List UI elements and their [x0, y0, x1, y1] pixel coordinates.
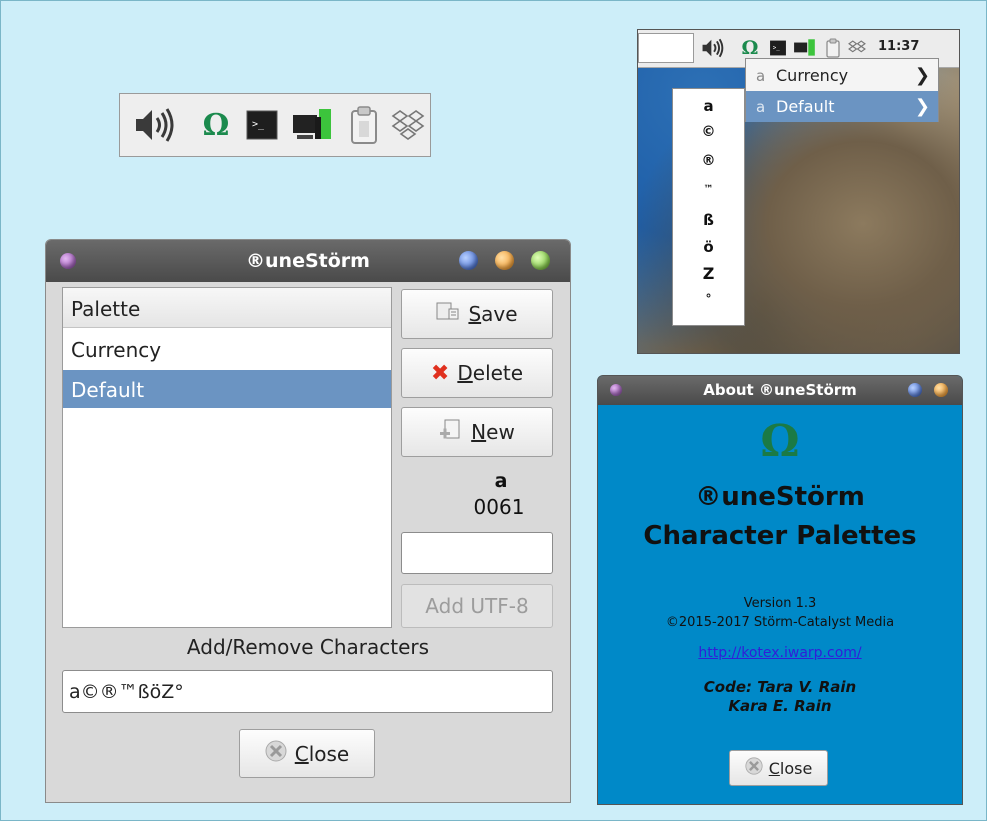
save-button[interactable]: Save [401, 289, 553, 339]
new-icon [439, 418, 463, 447]
chevron-right-icon: ❯ [914, 96, 930, 117]
terminal-icon[interactable]: >_ [766, 36, 790, 60]
list-header[interactable]: Palette [63, 288, 391, 328]
palette-list: Palette Currency Default [62, 287, 392, 628]
submenu-char-item[interactable]: ß [673, 211, 744, 229]
delete-button[interactable]: ✖ Delete [401, 348, 553, 398]
characters-input[interactable]: a©®™ßöZ° [62, 670, 553, 713]
close-window-icon[interactable] [934, 383, 948, 397]
window-title: ®uneStörm [246, 250, 370, 272]
new-button[interactable]: New [401, 407, 553, 457]
delete-accel: D [457, 361, 473, 385]
submenu-char-item[interactable]: © [673, 124, 744, 140]
app-logo-omega-icon: Ω [760, 416, 800, 467]
add-utf8-button[interactable]: Add UTF-8 [401, 584, 553, 628]
palette-icon: a [756, 97, 766, 116]
palette-menu: a Currency ❯ a Default ❯ [745, 58, 939, 122]
palette-item-currency[interactable]: Currency [63, 330, 391, 368]
close-accel: C [294, 741, 309, 766]
copyright-text: ©2015-2017 Störm-Catalyst Media [665, 615, 895, 630]
save-accel: S [468, 302, 482, 326]
new-accel: N [471, 420, 487, 444]
new-label: ew [486, 420, 515, 444]
submenu-char-item[interactable]: ö [673, 238, 744, 256]
minimize-icon[interactable] [908, 383, 922, 397]
save-icon [436, 301, 460, 328]
save-label: ave [481, 302, 518, 326]
delete-label: elete [472, 361, 524, 385]
palette-item-default[interactable]: Default [63, 370, 391, 408]
delete-icon: ✖ [430, 360, 450, 386]
menu-item-label: Currency [776, 66, 849, 85]
about-close-button[interactable]: Close [729, 750, 828, 786]
submenu-char-item[interactable]: ™ [673, 184, 744, 195]
dropbox-icon[interactable] [846, 36, 868, 60]
close-accel: C [768, 758, 780, 778]
volume-icon[interactable] [698, 36, 728, 60]
app-name: ®uneStörm [695, 482, 865, 512]
menu-item-currency[interactable]: a Currency ❯ [746, 60, 938, 91]
characters-label: Add/Remove Characters [186, 635, 430, 659]
desktop-preview: Ω >_ 11:37 a Currency ❯ a Default ❯ a © … [637, 29, 960, 354]
character-submenu: a © ® ™ ß ö Z ° [672, 88, 745, 326]
svg-text:>_: >_ [252, 119, 265, 130]
submenu-char-item[interactable]: ° [673, 292, 744, 306]
volume-icon[interactable] [130, 94, 180, 156]
terminal-icon[interactable]: >_ [242, 94, 282, 156]
menu-item-label: Default [776, 97, 835, 116]
chevron-right-icon: ❯ [914, 65, 930, 86]
close-label: lose [308, 741, 350, 766]
palette-icon: a [756, 66, 766, 85]
clipboard-icon[interactable] [344, 94, 384, 156]
clipboard-icon[interactable] [822, 36, 844, 60]
close-icon [745, 756, 763, 780]
credit-line-1: Code: Tara V. Rain [703, 678, 857, 696]
maximize-icon[interactable] [495, 251, 514, 270]
omega-icon[interactable]: Ω [196, 94, 236, 156]
close-label: lose [779, 758, 813, 778]
system-tray-preview: Ω >_ [119, 93, 431, 157]
dropbox-icon[interactable] [388, 94, 428, 156]
website-link[interactable]: http://kotex.iwarp.com/ [598, 645, 962, 661]
menu-item-default[interactable]: a Default ❯ [746, 91, 938, 122]
minimize-icon[interactable] [459, 251, 478, 270]
submenu-char-item[interactable]: Z [673, 264, 744, 283]
screenshot-canvas: Ω >_ Ω >_ 11:37 a Currency ❯ a Default ❯… [0, 0, 987, 821]
about-title-bar[interactable]: About ®uneStörm [598, 376, 962, 405]
submenu-char-item[interactable]: a [673, 97, 744, 115]
clock[interactable]: 11:37 [878, 39, 919, 54]
panel-taskbar-field[interactable] [638, 33, 694, 63]
main-window: ®uneStörm Palette Currency Default Save … [45, 239, 571, 803]
credit-line-2: Kara E. Rain [728, 697, 832, 715]
version-text: Version 1.3 [743, 596, 817, 611]
close-icon [265, 740, 287, 767]
omega-icon[interactable]: Ω [738, 36, 762, 60]
network-icon[interactable] [290, 94, 336, 156]
network-icon[interactable] [792, 36, 818, 60]
title-bar[interactable]: ®uneStörm [46, 240, 570, 282]
about-window: About ®uneStörm Ω ®uneStörm Character Pa… [597, 375, 963, 805]
close-window-icon[interactable] [531, 251, 550, 270]
svg-text:>_: >_ [773, 46, 780, 52]
current-char: a [494, 470, 508, 492]
submenu-char-item[interactable]: ® [673, 153, 744, 169]
close-button[interactable]: Close [239, 729, 375, 778]
current-char-code: 0061 [473, 495, 525, 519]
utf8-input[interactable] [401, 532, 553, 574]
app-subtitle: Character Palettes [643, 521, 917, 551]
